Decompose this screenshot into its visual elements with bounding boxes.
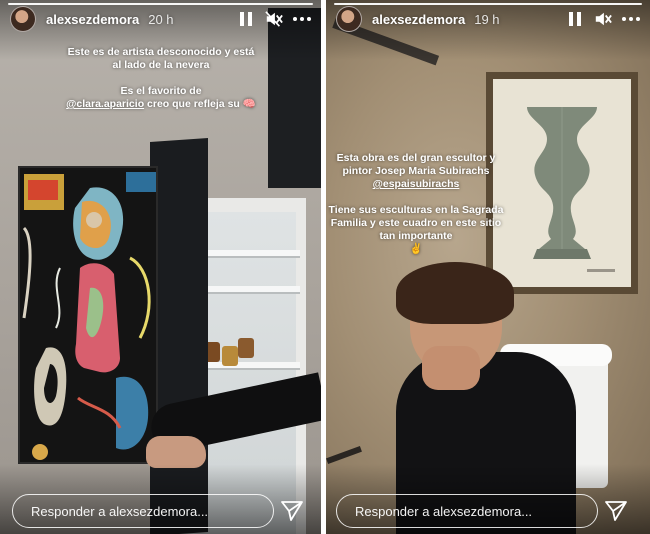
avatar[interactable] [10,6,36,32]
more-icon[interactable] [293,10,311,28]
reply-input[interactable] [31,503,273,519]
story-right[interactable]: alexsezdemora 19 h Esta obra es del gran… [326,0,650,534]
jar [222,346,238,366]
send-icon[interactable] [604,500,628,522]
mute-icon[interactable] [265,10,283,28]
timestamp: 19 h [474,11,500,27]
story-left[interactable]: alexsezdemora 20 h Este es de artista de… [0,0,321,534]
caption-text: Tiene sus esculturas en la Sagrada Famil… [328,204,504,242]
fridge-shelf [198,286,300,294]
story-caption: Este es de artista desconocido y está al… [66,46,256,124]
painting-unknown-artist [18,166,158,464]
caption-text: Es el favorito de [120,85,202,97]
painting-subirachs [486,72,638,294]
jar [238,338,254,358]
reply-field[interactable] [336,494,598,528]
story-controls [566,10,640,28]
send-icon[interactable] [280,500,304,522]
more-icon[interactable] [622,10,640,28]
brain-emoji-icon: 🧠 [242,98,256,110]
reply-field[interactable] [12,494,274,528]
story-controls [237,10,311,28]
caption-paragraph: Esta obra es del gran escultor y pintor … [326,152,506,191]
mention-link[interactable]: @clara.aparicio [66,98,144,110]
victory-hand-emoji-icon: ✌ [409,243,423,255]
story-caption: Esta obra es del gran escultor y pintor … [326,152,506,269]
caption-paragraph: Este es de artista desconocido y está al… [67,46,255,71]
person-hand [422,346,480,390]
story-header: alexsezdemora 19 h [336,6,640,32]
fridge-shelf [198,250,300,258]
person-hair [396,262,514,324]
story-progress-bar [334,3,642,5]
caption-paragraph: Tiene sus esculturas en la Sagrada Famil… [326,204,506,256]
story-progress-bar [8,3,313,5]
caption-paragraph: Es el favorito de @clara.aparicio creo q… [66,85,256,111]
avatar[interactable] [336,6,362,32]
caption-text: creo que refleja su [147,98,240,110]
story-header: alexsezdemora 20 h [10,6,311,32]
timestamp: 20 h [148,11,174,27]
username[interactable]: alexsezdemora [372,12,465,27]
username[interactable]: alexsezdemora [46,12,139,27]
pause-icon[interactable] [237,10,255,28]
fridge-shelf [198,362,300,370]
mute-icon[interactable] [594,10,612,28]
pause-icon[interactable] [566,10,584,28]
reply-input[interactable] [355,503,597,519]
caption-text: Esta obra es del gran escultor y pintor … [336,152,496,177]
mention-link[interactable]: @espaisubirachs [373,178,460,190]
